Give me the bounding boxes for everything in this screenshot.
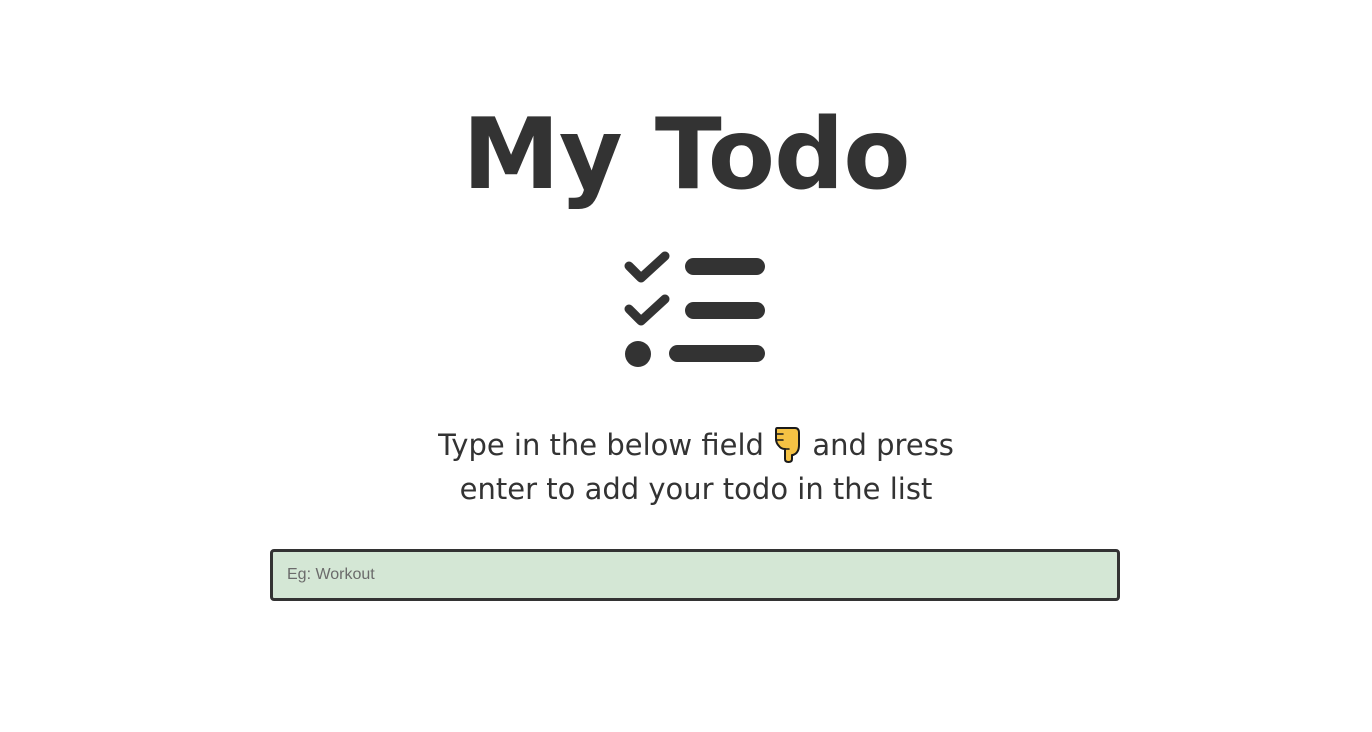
pointing-down-hand-icon	[775, 427, 801, 463]
instructions-line2: enter to add your todo in the list	[459, 472, 933, 506]
todo-input[interactable]	[270, 549, 1120, 601]
checklist-icon	[624, 251, 765, 367]
page-title: My Todo	[462, 98, 910, 212]
instructions-text: Type in the below field and press enter …	[436, 423, 956, 511]
instructions-line1-end: and press	[812, 428, 954, 462]
instructions-line1-start: Type in the below field	[438, 428, 764, 462]
todo-page: My Todo Type in the below field and pres…	[0, 0, 1372, 732]
